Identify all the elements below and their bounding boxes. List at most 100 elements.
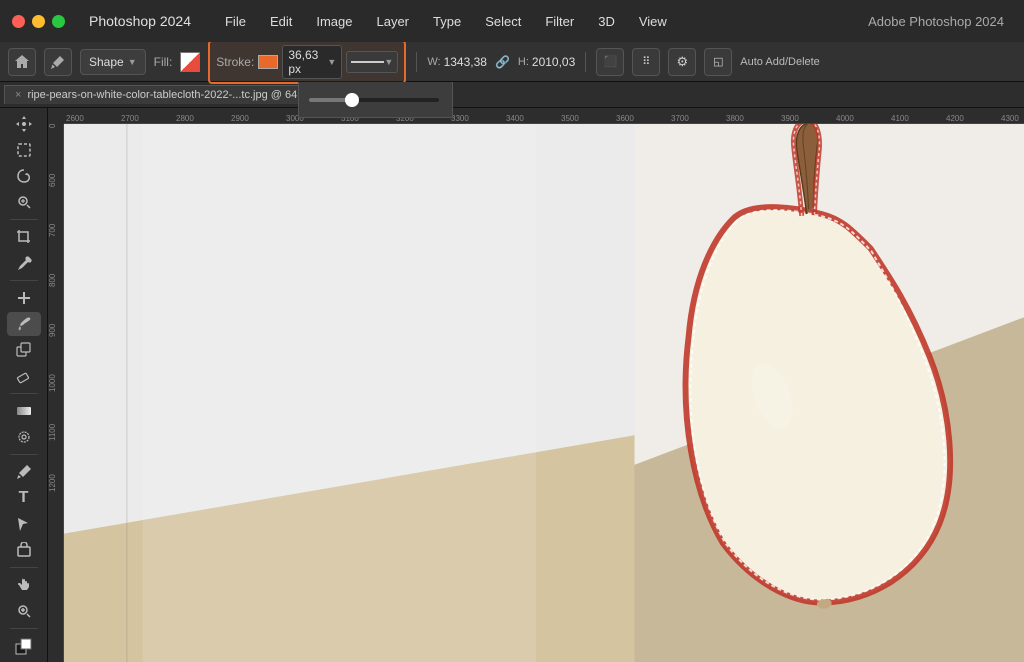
close-button[interactable] (12, 15, 25, 28)
tool-zoom[interactable] (7, 599, 41, 623)
ruler-tick: 2800 (174, 110, 229, 123)
tool-blur[interactable] (7, 425, 41, 449)
menu-layer[interactable]: Layer (366, 10, 419, 33)
maximize-button[interactable] (52, 15, 65, 28)
stroke-size-chevron: ▼ (327, 57, 336, 67)
canvas-wrapper: 2600 2700 2800 2900 3000 3100 3200 3300 … (48, 108, 1024, 662)
settings-button[interactable]: ⚙ (668, 48, 696, 76)
ruler-tick: 3300 (449, 110, 504, 123)
tool-quick-select[interactable] (7, 190, 41, 214)
link-dimensions-icon[interactable]: 🔗 (495, 55, 510, 69)
stroke-color-swatch[interactable] (258, 55, 278, 69)
main-layout: T 2600 2700 2800 2900 3000 31 (0, 108, 1024, 662)
tab-close-icon[interactable]: × (15, 89, 21, 101)
ruler-h-ticks: 2600 2700 2800 2900 3000 3100 3200 3300 … (64, 110, 1024, 123)
title-bar: Photoshop 2024 File Edit Image Layer Typ… (0, 0, 1024, 42)
ruler-horizontal: 2600 2700 2800 2900 3000 3100 3200 3300 … (64, 108, 1024, 124)
ruler-tick: 3700 (669, 110, 724, 123)
ruler-v-tick: 700 (48, 224, 63, 274)
ruler-tick: 3900 (779, 110, 834, 123)
menu-bar: File Edit Image Layer Type Select Filter… (215, 10, 677, 33)
home-button[interactable] (8, 48, 36, 76)
stroke-slider-thumb[interactable] (345, 93, 359, 107)
ruler-tick: 4000 (834, 110, 889, 123)
distribute-button[interactable]: ⠿ (632, 48, 660, 76)
menu-filter[interactable]: Filter (535, 10, 584, 33)
app-title: Photoshop 2024 (89, 13, 191, 29)
tool-separator-1 (10, 219, 38, 220)
shape-dropdown[interactable]: Shape ▼ (80, 49, 146, 75)
tool-separator-2 (10, 280, 38, 281)
ruler-v-tick: 0 (48, 124, 63, 174)
menu-file[interactable]: File (215, 10, 256, 33)
ruler-tick: 3400 (504, 110, 559, 123)
tool-eraser[interactable] (7, 364, 41, 388)
stroke-slider-track[interactable] (309, 98, 439, 102)
menu-3d[interactable]: 3D (588, 10, 625, 33)
stroke-style-dropdown[interactable]: ▼ (346, 51, 398, 73)
tool-type[interactable]: T (7, 486, 41, 510)
ruler-tick: 2900 (229, 110, 284, 123)
stroke-line-preview (351, 61, 384, 63)
separator-1 (416, 52, 417, 72)
shape-dropdown-chevron: ▼ (128, 57, 137, 67)
tool-crop[interactable] (7, 225, 41, 249)
ruler-v-tick: 900 (48, 324, 63, 374)
tool-hand[interactable] (7, 573, 41, 597)
stroke-size-input[interactable]: 36,63 px ▼ (282, 45, 342, 79)
ruler-tick: 3600 (614, 110, 669, 123)
ruler-tick: 4300 (999, 110, 1024, 123)
tool-move[interactable] (7, 112, 41, 136)
fill-swatch[interactable] (180, 52, 200, 72)
menu-edit[interactable]: Edit (260, 10, 302, 33)
ruler-tick: 4100 (889, 110, 944, 123)
options-bar: Shape ▼ Fill: Stroke: 36,63 px ▼ ▼ W: 13… (0, 42, 1024, 82)
work-area[interactable] (64, 124, 1024, 662)
menu-view[interactable]: View (629, 10, 677, 33)
width-value[interactable]: 1343,38 (444, 55, 487, 69)
tool-brush[interactable] (7, 312, 41, 336)
stroke-section: Stroke: 36,63 px ▼ ▼ (208, 40, 406, 84)
ruler-tick: 4200 (944, 110, 999, 123)
menu-select[interactable]: Select (475, 10, 531, 33)
auto-add-label: Auto Add/Delete (740, 56, 820, 68)
left-toolbar: T (0, 108, 48, 662)
stroke-slider-fill (309, 98, 349, 102)
ruler-v-ticks: 0 600 700 800 900 1000 1100 1200 (48, 124, 63, 524)
ruler-v-tick: 1100 (48, 424, 63, 474)
ruler-corner (48, 108, 64, 124)
menu-image[interactable]: Image (306, 10, 362, 33)
tool-separator-6 (10, 628, 38, 629)
stroke-style-chevron: ▼ (384, 57, 393, 67)
tool-lasso[interactable] (7, 164, 41, 188)
ruler-v-tick: 1000 (48, 374, 63, 424)
tool-shape[interactable] (7, 538, 41, 562)
tool-clone[interactable] (7, 338, 41, 362)
ruler-tick: 2700 (119, 110, 174, 123)
ruler-v-tick: 800 (48, 274, 63, 324)
ruler-v-tick: 1200 (48, 474, 63, 524)
tab-bar: × ripe-pears-on-white-color-tablecloth-2… (0, 82, 1024, 108)
tool-foreground-bg[interactable] (7, 634, 41, 658)
traffic-lights (12, 15, 65, 28)
tool-healing[interactable] (7, 286, 41, 310)
tool-marquee[interactable] (7, 138, 41, 162)
mask-button[interactable]: ◱ (704, 48, 732, 76)
tool-separator-4 (10, 454, 38, 455)
pen-tool-button[interactable] (44, 48, 72, 76)
tool-gradient[interactable] (7, 399, 41, 423)
fill-label: Fill: (154, 55, 173, 69)
tool-path-select[interactable] (7, 512, 41, 536)
tool-pen[interactable] (7, 460, 41, 484)
ruler-tick: 3800 (724, 110, 779, 123)
align-left-button[interactable]: ⬛ (596, 48, 624, 76)
height-value[interactable]: 2010,03 (532, 55, 575, 69)
ruler-v-tick: 600 (48, 174, 63, 224)
separator-2 (585, 52, 586, 72)
adobe-title: Adobe Photoshop 2024 (868, 14, 1004, 29)
tool-separator-3 (10, 393, 38, 394)
menu-type[interactable]: Type (423, 10, 471, 33)
height-field: H: 2010,03 (518, 55, 575, 69)
tool-eyedropper[interactable] (7, 251, 41, 275)
minimize-button[interactable] (32, 15, 45, 28)
